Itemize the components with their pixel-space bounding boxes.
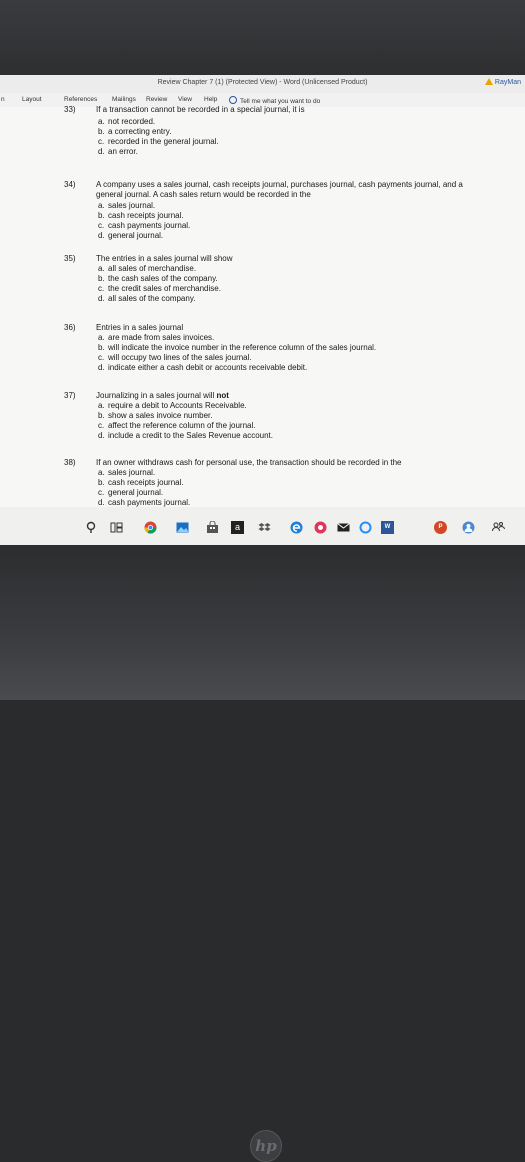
monitor-bezel-top [0,0,525,75]
question-text: If a transaction cannot be recorded in a… [96,105,305,114]
option: c. general journal. [98,488,164,497]
powerpoint-icon[interactable]: P [434,521,447,534]
tab-layout[interactable]: Layout [22,96,42,103]
tell-me-label: Tell me what you want to do [240,98,321,105]
question-number: 33) [64,105,76,114]
option: a. all sales of merchandise. [98,264,197,273]
option: b. show a sales invoice number. [98,411,213,420]
option: c. the credit sales of merchandise. [98,284,221,293]
tell-me-box[interactable]: Tell me what you want to do [229,96,320,105]
chrome-user-icon[interactable] [462,521,475,534]
people-icon[interactable] [492,521,505,534]
tab-review[interactable]: Review [146,96,167,103]
word-icon[interactable]: W [381,521,394,534]
bold-emphasis: not [216,391,229,400]
user-account[interactable]: RayMan [484,78,521,86]
option: a. not recorded. [98,117,156,126]
mail-icon[interactable] [337,521,350,534]
amazon-icon[interactable]: a [231,521,244,534]
option: c. cash payments journal. [98,221,191,230]
lightbulb-icon [229,96,237,104]
option: d. general journal. [98,231,164,240]
option: c. recorded in the general journal. [98,137,219,146]
search-icon[interactable] [85,521,98,534]
option: d. all sales of the company. [98,294,196,303]
tab-view[interactable]: View [178,96,192,103]
user-name: RayMan [494,79,521,86]
question-number: 38) [64,458,76,467]
option: b. will indicate the invoice number in th… [98,343,377,352]
question-number: 37) [64,391,76,400]
cortana-icon[interactable] [359,521,372,534]
chrome-icon[interactable] [144,521,157,534]
dropbox-icon[interactable] [258,521,271,534]
warning-icon [484,78,493,85]
question-text: If an owner withdraws cash for personal … [96,458,402,467]
option: b. the cash sales of the company. [98,274,218,283]
screen: Review Chapter 7 (1) (Protected View) - … [0,75,525,545]
window-title: Review Chapter 7 (1) (Protected View) - … [157,79,368,86]
tab-mailings[interactable]: Mailings [112,96,136,103]
option: c. will occupy two lines of the sales jou… [98,353,252,362]
option: d. indicate either a cash debit or accoun… [98,363,308,372]
store-bag-icon[interactable] [206,521,219,534]
question-text: The entries in a sales journal will show [96,254,233,263]
itunes-icon[interactable] [314,521,327,534]
option: d. an error. [98,147,138,156]
document-body[interactable]: 33) If a transaction cannot be recorded … [0,105,525,507]
option: c. affect the reference column of the jou… [98,421,256,430]
option: b. a correcting entry. [98,127,172,136]
option: b. cash receipts journal. [98,211,184,220]
hp-logo: hp [250,1130,282,1162]
taskbar: a W P [0,507,525,545]
edge-icon[interactable] [290,521,303,534]
question-number: 34) [64,180,76,189]
question-text: Journalizing in a sales journal will not [96,391,229,400]
monitor-bezel-bottom: hp [0,545,525,1162]
option: a. require a debit to Accounts Receivable… [98,401,247,410]
tab-partial[interactable]: n [1,96,5,103]
task-view-icon[interactable] [110,521,123,534]
option: a. are made from sales invoices. [98,333,215,342]
option: a. sales journal. [98,468,156,477]
option: b. cash receipts journal. [98,478,184,487]
question-number: 36) [64,323,76,332]
option: a. sales journal. [98,201,156,210]
photos-icon[interactable] [176,521,189,534]
tab-references[interactable]: References [64,96,97,103]
question-text: A company uses a sales journal, cash rec… [96,180,463,199]
question-text: Entries in a sales journal [96,323,184,332]
question-number: 35) [64,254,76,263]
title-bar: Review Chapter 7 (1) (Protected View) - … [0,75,525,94]
option: d. include a credit to the Sales Revenue … [98,431,273,440]
tab-help[interactable]: Help [204,96,217,103]
